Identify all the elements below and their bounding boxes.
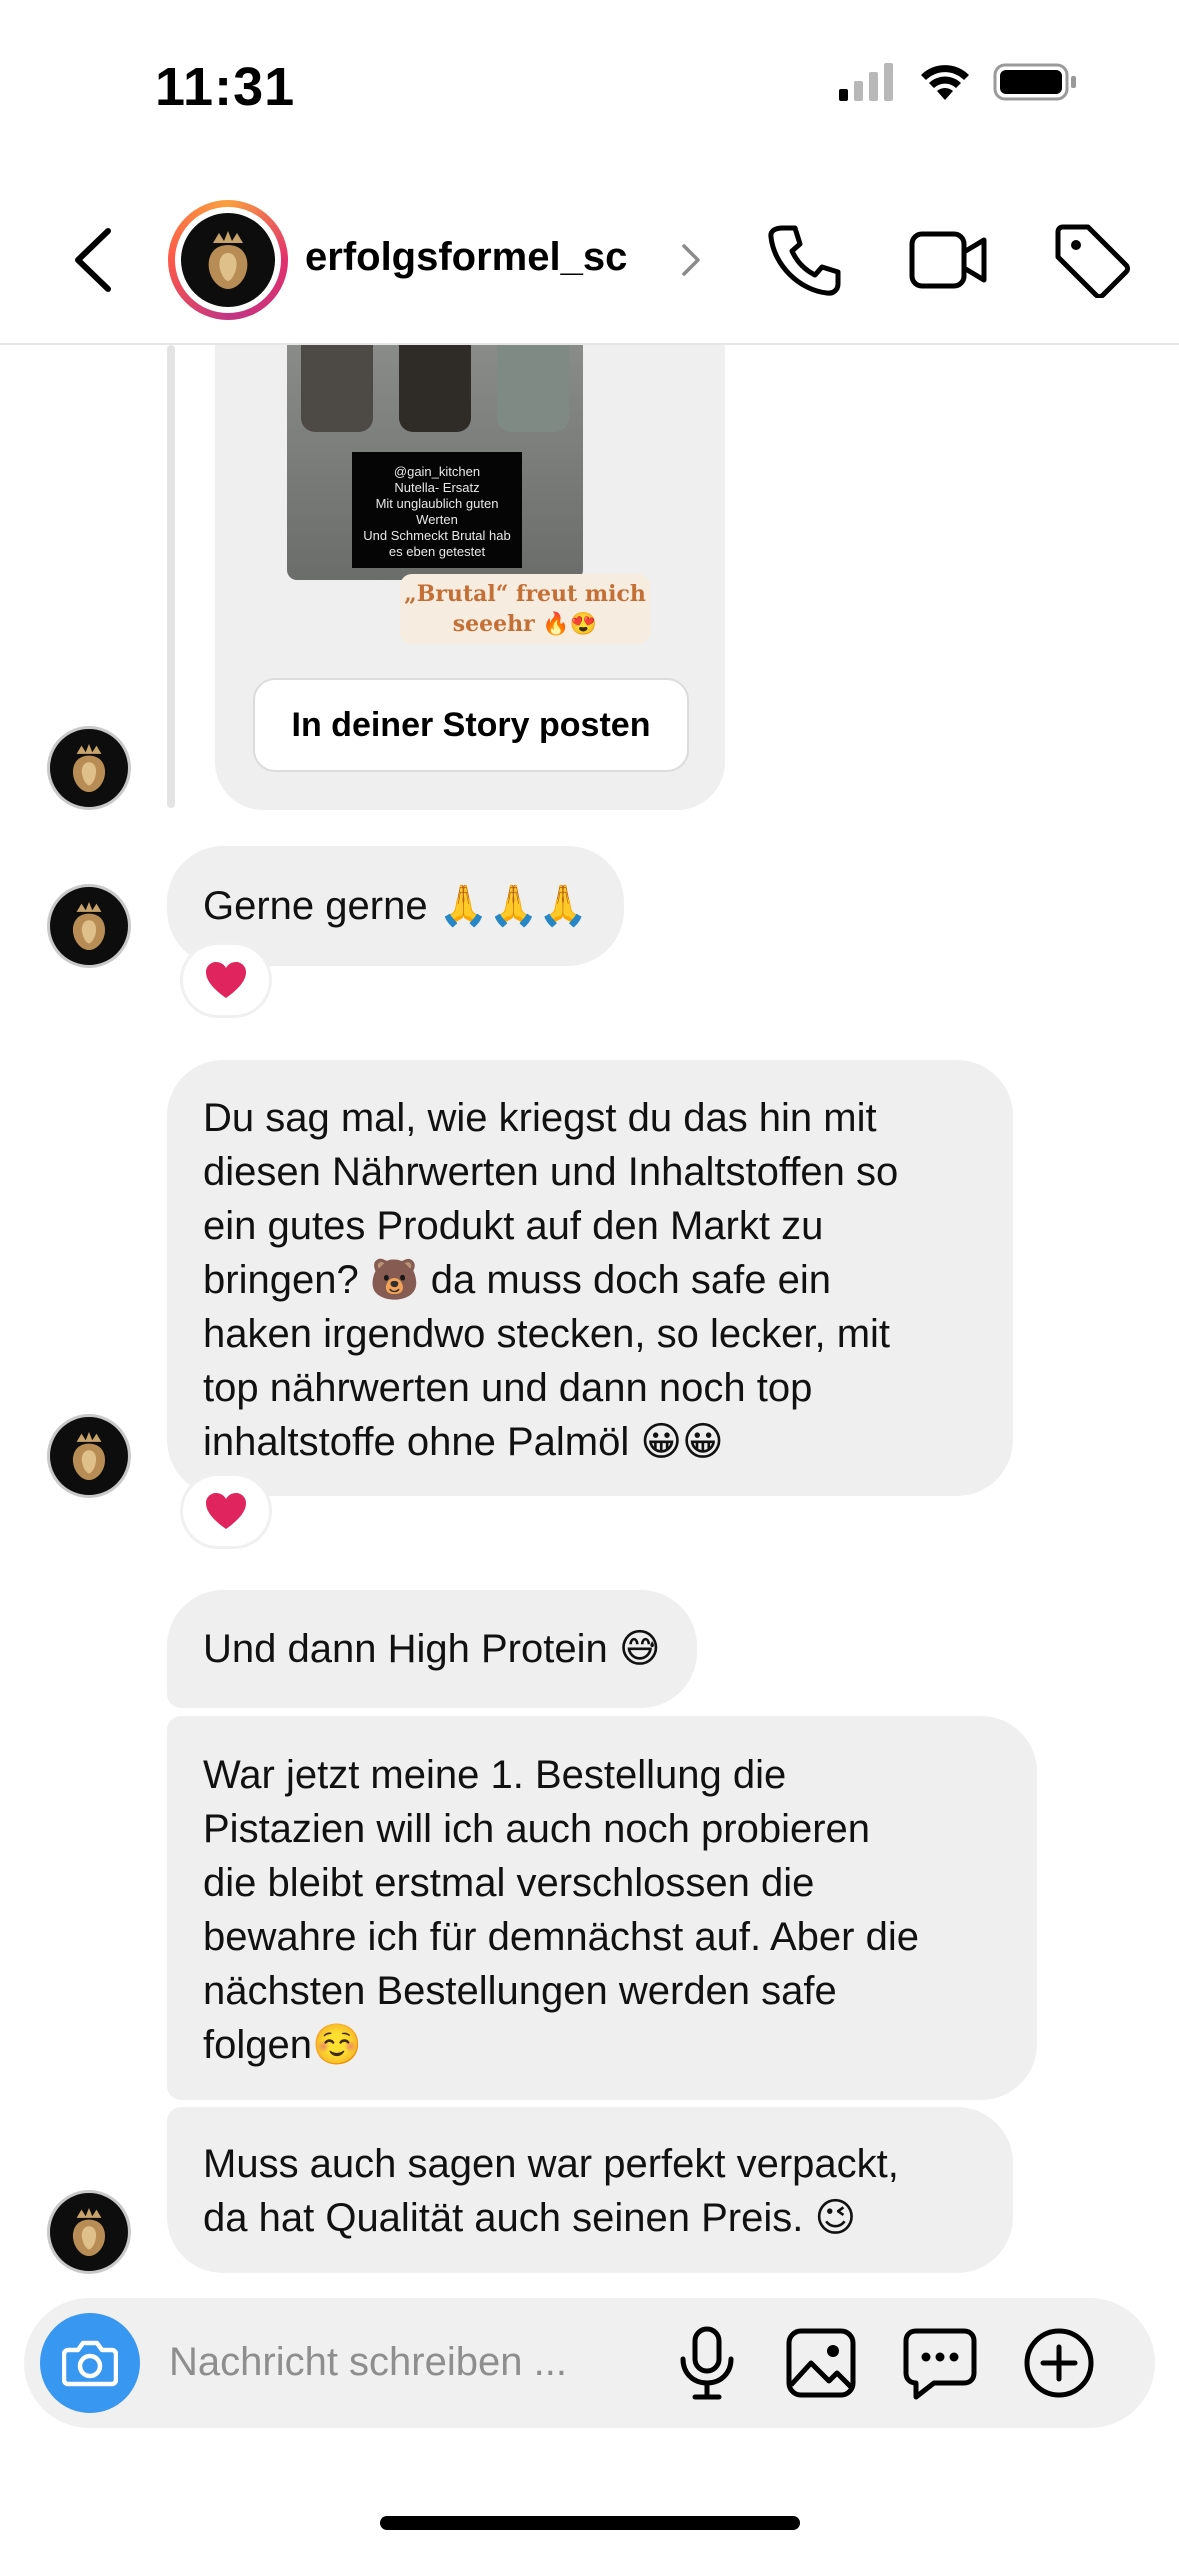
header-username[interactable]: erfolgsformel_sc bbox=[305, 235, 627, 280]
microphone-icon[interactable] bbox=[667, 2323, 747, 2403]
gallery-icon[interactable] bbox=[781, 2323, 861, 2403]
message-composer: Nachricht schreiben ... bbox=[24, 2298, 1155, 2428]
jar-image bbox=[399, 342, 471, 432]
heart-reaction[interactable] bbox=[183, 1476, 269, 1546]
message-input[interactable]: Nachricht schreiben ... bbox=[169, 2340, 567, 2385]
camera-icon bbox=[62, 2340, 118, 2387]
header-avatar[interactable] bbox=[168, 200, 288, 320]
home-indicator[interactable] bbox=[380, 2516, 800, 2530]
battery-icon bbox=[993, 63, 1076, 101]
message-bubble[interactable]: War jetzt meine 1. Bestellung die Pistaz… bbox=[167, 1716, 1037, 2100]
back-icon[interactable] bbox=[66, 225, 122, 295]
lion-logo-icon bbox=[72, 743, 106, 793]
wifi-icon bbox=[921, 65, 969, 100]
phone-icon[interactable] bbox=[765, 222, 845, 298]
sender-avatar[interactable] bbox=[47, 1414, 131, 1498]
story-image[interactable]: @gain_kitchen Nutella- Ersatz Mit unglau… bbox=[287, 342, 583, 580]
sender-avatar[interactable] bbox=[47, 2190, 131, 2274]
sticker-chat-icon[interactable] bbox=[900, 2323, 980, 2403]
reply-thread-line bbox=[167, 345, 175, 808]
signal-icon bbox=[839, 63, 893, 101]
sender-avatar[interactable] bbox=[47, 726, 131, 810]
camera-button[interactable] bbox=[40, 2313, 140, 2413]
chevron-right-icon[interactable] bbox=[680, 240, 702, 280]
tag-icon[interactable] bbox=[1052, 222, 1132, 298]
message-bubble[interactable]: Du sag mal, wie kriegst du das hin mit d… bbox=[167, 1060, 1013, 1496]
lion-logo-icon bbox=[72, 1431, 106, 1481]
story-sticker: „Brutal“ freut mich seeehr 🔥😍 bbox=[400, 574, 650, 644]
lion-logo-icon bbox=[72, 901, 106, 951]
chat-header: erfolgsformel_sc bbox=[0, 170, 1179, 345]
heart-icon bbox=[206, 1493, 246, 1529]
plus-icon[interactable] bbox=[1019, 2323, 1099, 2403]
jar-image bbox=[497, 342, 569, 432]
status-icons bbox=[837, 62, 1079, 102]
message-bubble[interactable]: Und dann High Protein 😅 bbox=[167, 1590, 697, 1708]
sender-avatar[interactable] bbox=[47, 884, 131, 968]
post-to-story-button[interactable]: In deiner Story posten bbox=[253, 678, 689, 772]
status-time: 11:31 bbox=[155, 57, 296, 117]
jar-image bbox=[301, 342, 373, 432]
heart-reaction[interactable] bbox=[183, 945, 269, 1015]
heart-icon bbox=[206, 962, 246, 998]
status-bar: 11:31 bbox=[0, 0, 1179, 170]
video-icon[interactable] bbox=[908, 222, 988, 298]
lion-logo-icon bbox=[181, 213, 275, 307]
story-text-overlay: @gain_kitchen Nutella- Ersatz Mit unglau… bbox=[352, 452, 522, 568]
message-bubble[interactable]: Muss auch sagen war perfekt verpackt, da… bbox=[167, 2107, 1013, 2273]
lion-logo-icon bbox=[72, 2207, 106, 2257]
shared-story-card[interactable]: @gain_kitchen Nutella- Ersatz Mit unglau… bbox=[215, 320, 725, 810]
